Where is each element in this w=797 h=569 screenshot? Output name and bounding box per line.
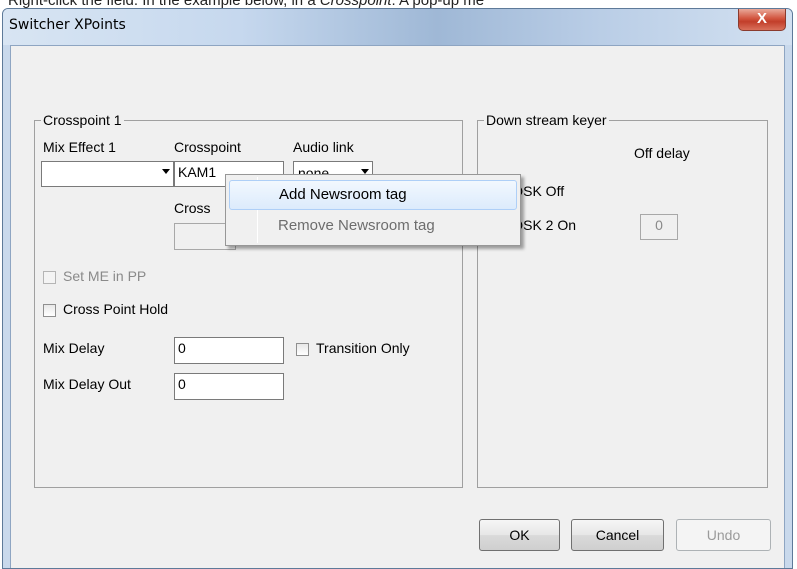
menu-item-remove-newsroom-tag[interactable]: Remove Newsroom tag [229, 212, 517, 242]
mix-effect-label: Mix Effect 1 [43, 139, 116, 155]
close-button[interactable]: X [738, 9, 786, 31]
dsk-2-on-label: DSK 2 On [513, 217, 577, 233]
close-icon: X [756, 10, 767, 27]
mix-delay-out-label: Mix Delay Out [43, 376, 131, 392]
set-me-in-pp-checkbox[interactable] [43, 271, 56, 284]
dsk-group-legend: Down stream keyer [484, 112, 609, 128]
switcher-xpoints-dialog: Switcher XPoints X Crosspoint 1 Mix Effe… [2, 8, 793, 569]
set-me-in-pp-label: Set ME in PP [63, 268, 147, 284]
dsk-2-off-delay-input[interactable]: 0 [640, 214, 678, 240]
ok-button[interactable]: OK [479, 519, 560, 551]
mix-delay-out-input[interactable]: 0 [174, 373, 284, 400]
cross-point-hold-label: Cross Point Hold [63, 301, 169, 317]
crosspoint-group-legend: Crosspoint 1 [41, 112, 124, 128]
mix-delay-input[interactable]: 0 [174, 337, 284, 364]
context-menu: Add Newsroom tag Remove Newsroom tag [225, 174, 521, 246]
chevron-down-icon [162, 169, 170, 174]
dialog-body: Crosspoint 1 Mix Effect 1 Crosspoint KAM… [10, 45, 785, 568]
off-delay-label: Off delay [634, 145, 690, 161]
menu-item-add-newsroom-tag[interactable]: Add Newsroom tag [229, 180, 517, 210]
crosspoint-label: Crosspoint [174, 139, 241, 155]
cross-point-hold-checkbox[interactable] [43, 304, 56, 317]
transition-only-label: Transition Only [316, 340, 410, 356]
audio-link-label: Audio link [293, 139, 354, 155]
title-bar[interactable]: Switcher XPoints X [3, 9, 792, 45]
crosspoint-2-label: Cross [174, 200, 211, 216]
undo-button[interactable]: Undo [676, 519, 771, 551]
mix-delay-label: Mix Delay [43, 340, 105, 356]
window-title: Switcher XPoints [9, 17, 126, 33]
transition-only-checkbox[interactable] [296, 343, 309, 356]
mix-effect-dropdown[interactable] [41, 161, 174, 187]
cancel-button[interactable]: Cancel [571, 519, 664, 551]
